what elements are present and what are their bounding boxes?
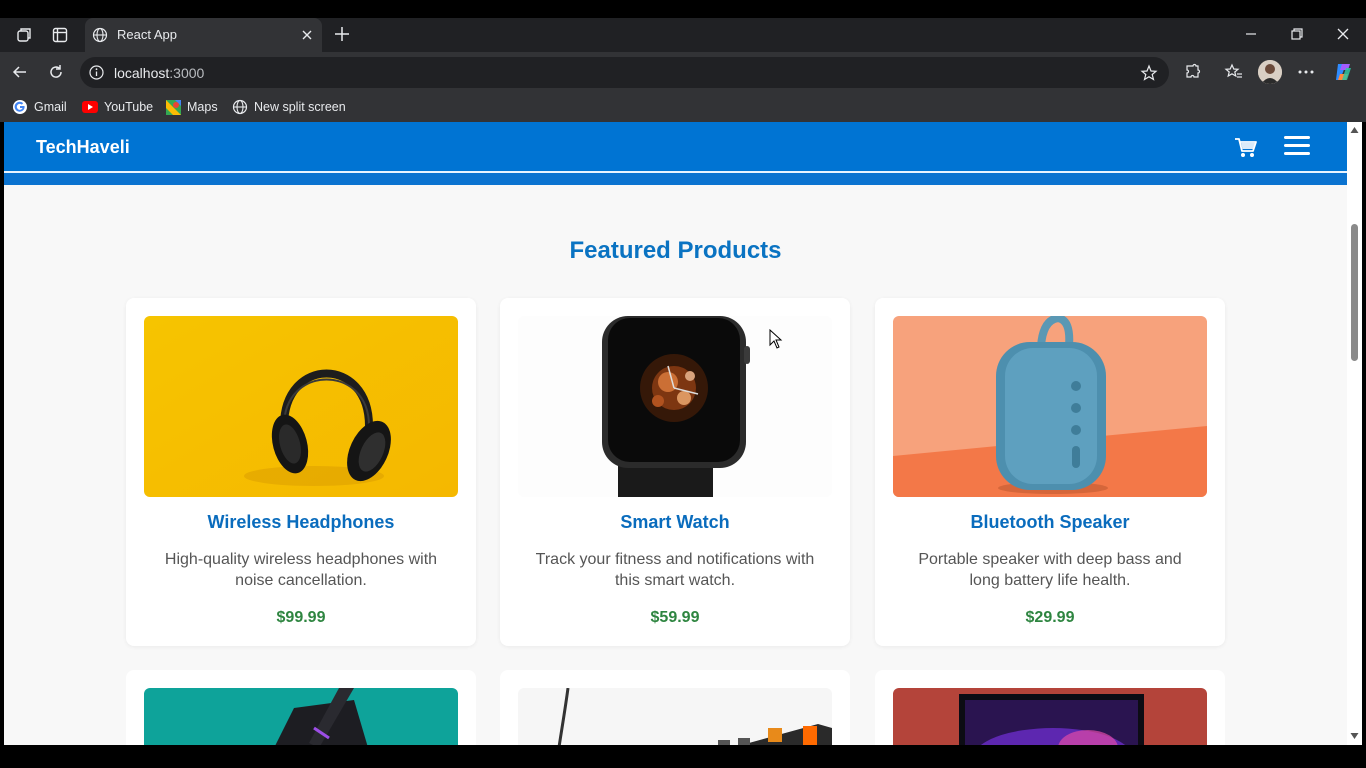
workspaces-icon[interactable] bbox=[13, 25, 35, 45]
restore-icon[interactable] bbox=[1287, 24, 1307, 44]
info-icon[interactable] bbox=[88, 64, 105, 81]
bookmark-label: YouTube bbox=[104, 100, 154, 114]
bookmark-gmail[interactable]: Gmail bbox=[12, 98, 67, 116]
product-name[interactable]: Bluetooth Speaker bbox=[875, 512, 1225, 533]
product-card[interactable] bbox=[500, 670, 850, 745]
tab-title: React App bbox=[117, 27, 177, 42]
product-description: Portable speaker with deep bass and long… bbox=[918, 551, 1182, 589]
url-text: localhost:3000 bbox=[114, 65, 204, 81]
more-options-icon[interactable] bbox=[1296, 62, 1316, 82]
product-name[interactable]: Wireless Headphones bbox=[126, 512, 476, 533]
product-card[interactable]: Smart Watch Track your fitness and notif… bbox=[500, 298, 850, 646]
page-viewport: TechHaveli Featured Products Wireless He… bbox=[4, 122, 1347, 745]
address-bar[interactable]: localhost:3000 bbox=[80, 57, 1169, 88]
scroll-up-icon[interactable] bbox=[1350, 126, 1359, 134]
product-price: $29.99 bbox=[1025, 609, 1075, 626]
address-bar-row: localhost:3000 bbox=[0, 52, 1366, 92]
screen-top-strip bbox=[0, 0, 1366, 18]
product-card[interactable]: Bluetooth Speaker Portable speaker with … bbox=[875, 298, 1225, 646]
product-card[interactable] bbox=[126, 670, 476, 745]
extensions-icon[interactable] bbox=[1183, 62, 1203, 82]
close-icon[interactable] bbox=[299, 27, 315, 43]
bookmark-label: Maps bbox=[187, 100, 218, 114]
globe-icon bbox=[92, 27, 108, 43]
bookmark-new-split-screen[interactable]: New split screen bbox=[232, 98, 346, 116]
product-name[interactable]: Smart Watch bbox=[500, 512, 850, 533]
product-image bbox=[518, 688, 832, 745]
brand-logo[interactable]: TechHaveli bbox=[36, 137, 130, 158]
tab-react-app[interactable]: React App bbox=[85, 18, 322, 52]
product-image-smart-watch bbox=[518, 316, 832, 497]
product-price: $59.99 bbox=[650, 609, 700, 626]
bookmark-maps[interactable]: Maps bbox=[166, 98, 218, 116]
page-scrollbar[interactable] bbox=[1347, 122, 1362, 745]
product-image bbox=[144, 688, 458, 745]
bookmark-youtube[interactable]: YouTube bbox=[82, 98, 153, 116]
bookmark-label: New split screen bbox=[254, 100, 346, 114]
product-image-bluetooth-speaker bbox=[893, 316, 1207, 497]
minimize-icon[interactable] bbox=[1241, 24, 1261, 44]
google-icon bbox=[13, 100, 27, 114]
favorite-star-icon[interactable] bbox=[1140, 64, 1158, 82]
youtube-icon bbox=[82, 101, 98, 113]
maps-icon bbox=[166, 99, 181, 115]
page-title: Featured Products bbox=[569, 237, 782, 264]
refresh-icon[interactable] bbox=[46, 62, 66, 82]
product-description: Track your fitness and notifications wit… bbox=[535, 551, 815, 589]
new-tab-icon[interactable] bbox=[332, 24, 352, 44]
tab-actions-icon[interactable] bbox=[49, 25, 71, 45]
site-navbar: TechHaveli bbox=[4, 122, 1347, 171]
product-image bbox=[893, 688, 1207, 745]
bookmarks-bar: Gmail YouTube Maps New split screen bbox=[0, 92, 1366, 122]
product-description: High-quality wireless headphones with no… bbox=[164, 551, 438, 589]
screen-bottom-strip bbox=[0, 745, 1366, 768]
product-card[interactable] bbox=[875, 670, 1225, 745]
window-close-icon[interactable] bbox=[1333, 24, 1353, 44]
product-card[interactable]: Wireless Headphones High-quality wireles… bbox=[126, 298, 476, 646]
product-image-headphones bbox=[144, 316, 458, 497]
cart-icon[interactable] bbox=[1234, 137, 1258, 159]
globe-icon bbox=[232, 99, 248, 115]
product-price: $99.99 bbox=[276, 609, 326, 626]
bookmark-label: Gmail bbox=[34, 100, 67, 114]
mouse-cursor-icon bbox=[769, 329, 783, 349]
url-port: :3000 bbox=[169, 65, 205, 81]
favorites-icon[interactable] bbox=[1224, 62, 1244, 82]
scroll-down-icon[interactable] bbox=[1350, 732, 1359, 740]
menu-toggle-button[interactable] bbox=[1284, 135, 1310, 157]
url-host: localhost bbox=[114, 65, 170, 81]
navbar-bottom-band bbox=[4, 173, 1347, 185]
profile-avatar[interactable] bbox=[1258, 60, 1282, 84]
back-icon[interactable] bbox=[10, 62, 30, 82]
copilot-icon[interactable] bbox=[1332, 60, 1356, 84]
scroll-thumb[interactable] bbox=[1351, 224, 1358, 361]
